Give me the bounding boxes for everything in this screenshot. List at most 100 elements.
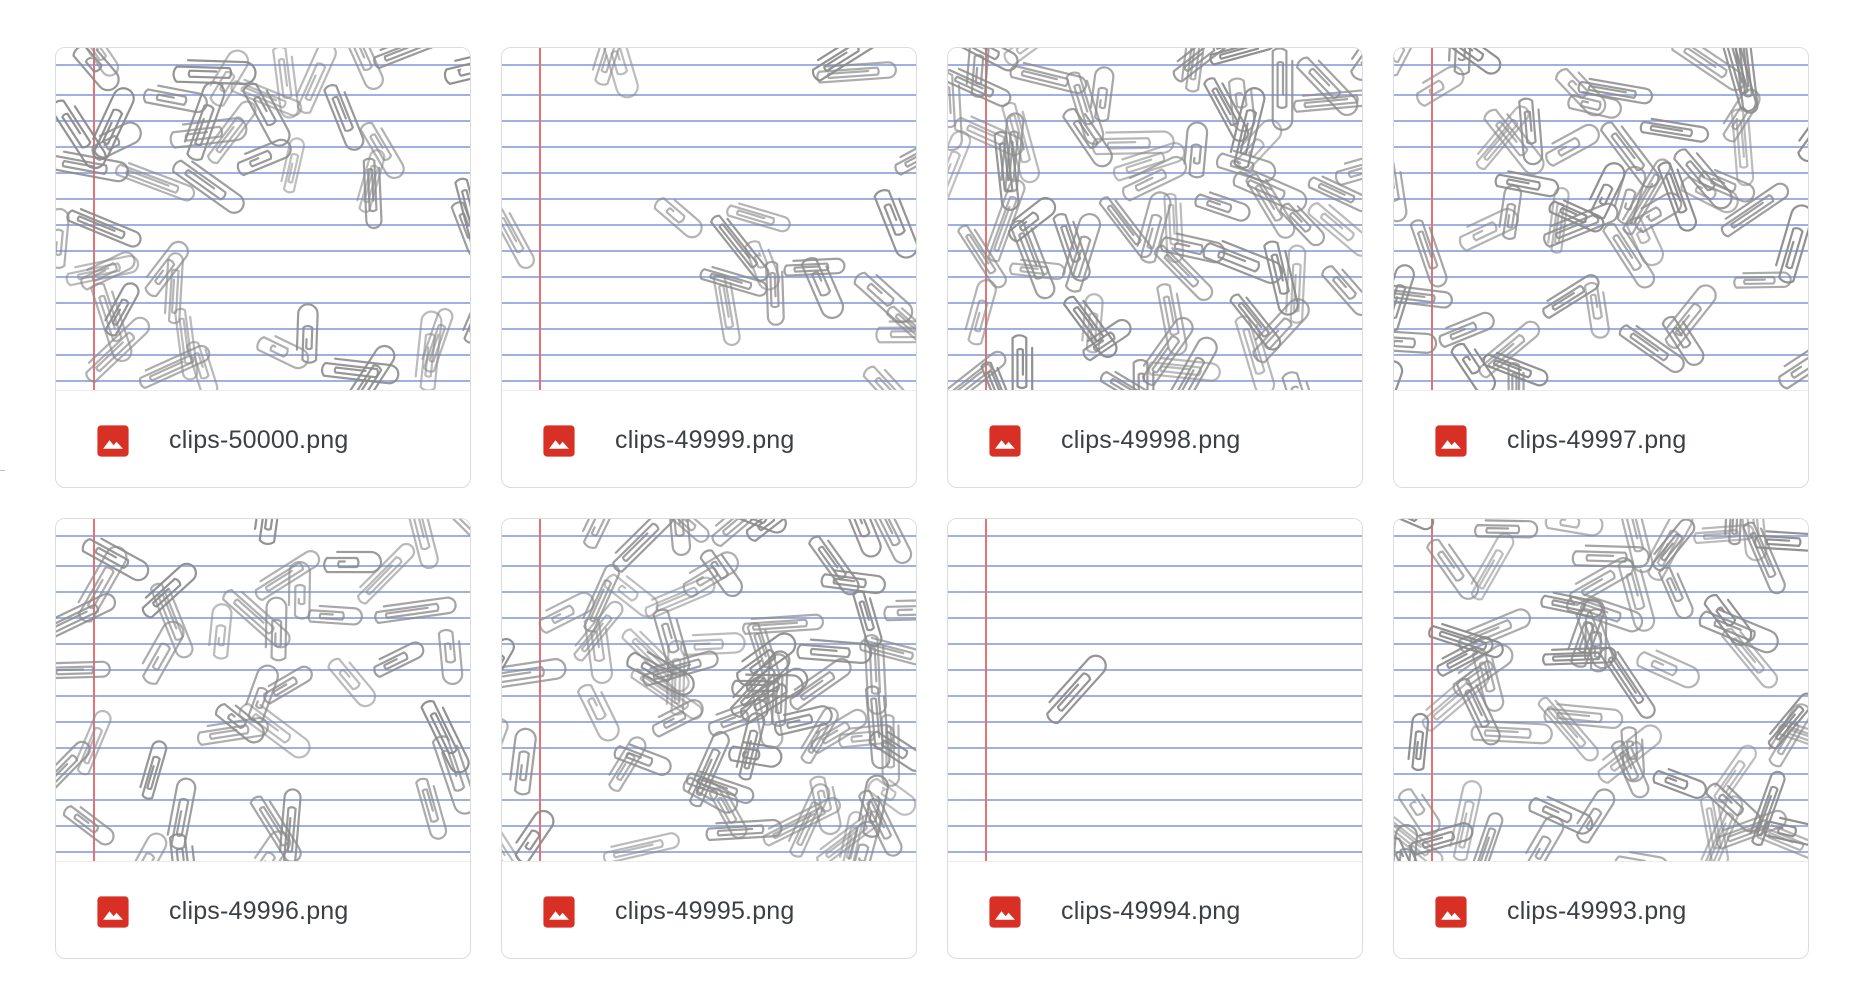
paperclip xyxy=(859,636,916,667)
paperclip xyxy=(1008,197,1057,243)
paperclip xyxy=(868,519,913,565)
paperclip xyxy=(1350,48,1362,81)
file-card[interactable]: clips-49999.png xyxy=(501,47,917,488)
file-card[interactable]: clips-49996.png xyxy=(55,518,471,959)
file-name: clips-49999.png xyxy=(615,426,795,454)
file-card[interactable]: clips-49997.png xyxy=(1393,47,1809,488)
paperclip xyxy=(1634,192,1683,233)
paperclip xyxy=(1099,370,1164,390)
card-divider xyxy=(56,861,470,862)
paperclip xyxy=(1011,334,1034,390)
file-thumbnail xyxy=(502,519,916,861)
paperclip xyxy=(373,48,442,70)
paperclip xyxy=(1394,160,1408,223)
card-divider xyxy=(948,390,1362,391)
image-file-icon xyxy=(989,896,1021,928)
paperclip xyxy=(374,596,457,625)
file-card[interactable]: clips-49998.png xyxy=(947,47,1363,488)
paperclip xyxy=(1394,48,1418,77)
paperclip xyxy=(1713,744,1757,804)
paperclip xyxy=(1537,696,1599,762)
paperclip xyxy=(948,67,1012,107)
file-name: clips-49998.png xyxy=(1061,426,1241,454)
paperclip xyxy=(1613,851,1670,861)
file-thumbnail xyxy=(502,48,916,390)
file-thumbnail xyxy=(56,48,470,390)
paperclip-scatter xyxy=(502,519,916,861)
paperclip xyxy=(502,658,567,691)
paperclip xyxy=(1797,101,1808,163)
paperclip xyxy=(1778,341,1808,390)
paperclip xyxy=(307,604,363,626)
paperclip xyxy=(873,189,916,259)
file-thumbnail xyxy=(948,519,1362,861)
paperclip xyxy=(1600,121,1660,189)
paperclip xyxy=(129,832,168,861)
paperclip xyxy=(1458,208,1519,252)
paperclip xyxy=(1281,371,1318,390)
file-name: clips-49993.png xyxy=(1507,897,1687,925)
file-name: clips-49994.png xyxy=(1061,897,1241,925)
file-card[interactable]: clips-49995.png xyxy=(501,518,917,959)
paperclip xyxy=(437,628,464,685)
file-card[interactable]: clips-50000.png xyxy=(55,47,471,488)
paperclip xyxy=(63,805,115,846)
paperclip xyxy=(1046,654,1107,725)
paperclip xyxy=(1416,65,1465,108)
paperclip xyxy=(415,777,448,840)
paperclip xyxy=(139,740,168,800)
image-file-icon xyxy=(97,425,129,457)
paperclip xyxy=(253,519,284,545)
paperclip xyxy=(1334,148,1362,187)
paperclip xyxy=(1450,342,1496,390)
paperclip xyxy=(1657,566,1694,620)
paperclip xyxy=(66,208,142,248)
paperclip xyxy=(653,197,703,239)
paperclip xyxy=(454,177,470,254)
paperclip xyxy=(964,279,997,346)
paperclip xyxy=(1098,196,1153,259)
paperclip xyxy=(604,573,659,618)
file-name: clips-50000.png xyxy=(169,426,349,454)
paperclip xyxy=(1394,330,1438,354)
paperclip xyxy=(1285,244,1307,324)
paperclip xyxy=(502,637,515,692)
paperclip xyxy=(602,832,680,861)
file-thumbnail xyxy=(1394,48,1808,390)
paperclip xyxy=(1293,88,1362,113)
image-file-icon xyxy=(543,425,575,457)
paperclip-scatter xyxy=(1394,519,1808,861)
file-card[interactable]: clips-49994.png xyxy=(947,518,1363,959)
paperclip xyxy=(582,519,616,549)
paperclip xyxy=(1583,281,1610,339)
paperclip xyxy=(667,519,692,557)
paperclip xyxy=(56,660,111,680)
paperclip xyxy=(1664,284,1717,349)
card-divider xyxy=(1394,861,1808,862)
paperclip xyxy=(1588,162,1626,220)
paperclip xyxy=(327,657,377,708)
paperclip xyxy=(1498,184,1523,240)
paperclip xyxy=(1528,795,1594,835)
paperclip xyxy=(208,603,233,660)
paperclip xyxy=(1438,311,1495,349)
paperclip xyxy=(509,727,537,796)
paperclip xyxy=(894,137,916,176)
paperclip xyxy=(514,809,555,861)
paperclip xyxy=(323,550,383,574)
paperclip xyxy=(104,282,140,337)
paperclip xyxy=(1062,107,1113,168)
paperclip xyxy=(862,365,916,390)
image-file-icon xyxy=(97,896,129,928)
paperclip xyxy=(172,159,245,214)
paperclip xyxy=(948,130,972,207)
paperclip xyxy=(1394,264,1415,332)
paperclip xyxy=(1307,201,1362,257)
image-file-icon xyxy=(1435,425,1467,457)
file-card[interactable]: clips-49993.png xyxy=(1393,518,1809,959)
paperclip-scatter xyxy=(502,48,916,390)
paperclip xyxy=(1470,532,1515,601)
paperclip xyxy=(502,718,509,776)
paperclip xyxy=(323,84,365,151)
paperclip xyxy=(373,641,425,679)
